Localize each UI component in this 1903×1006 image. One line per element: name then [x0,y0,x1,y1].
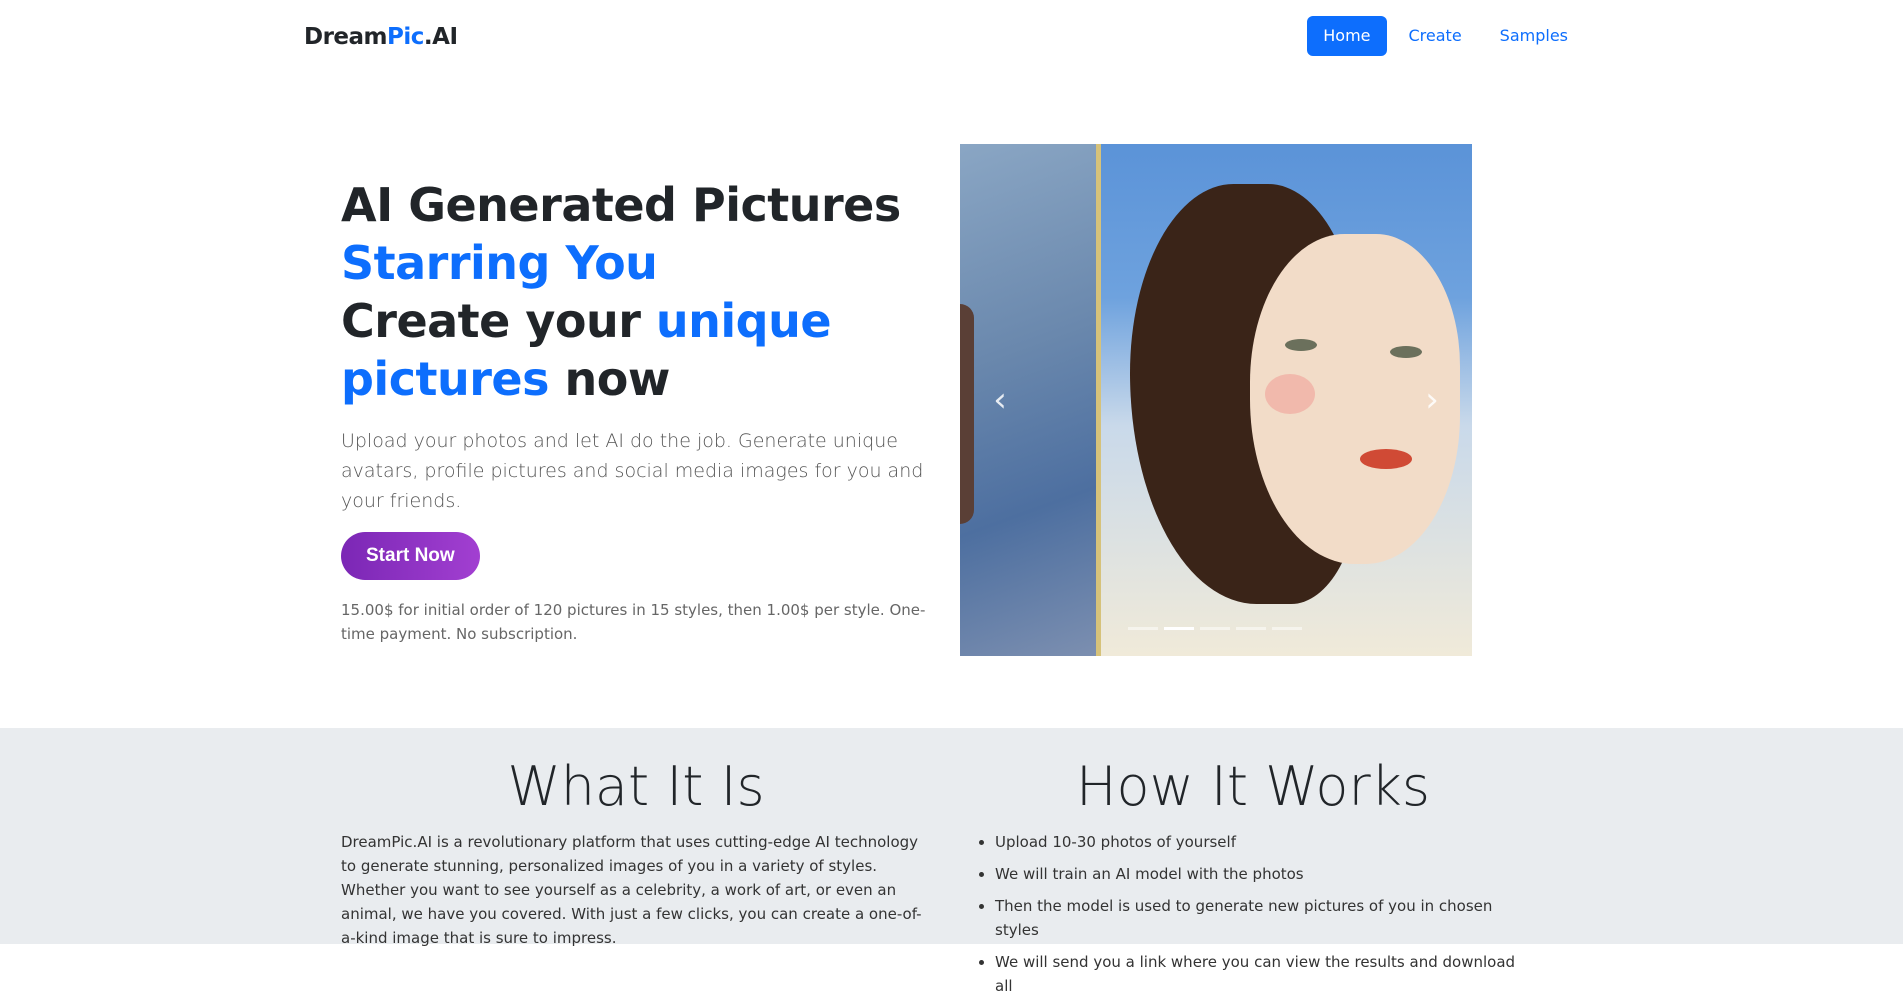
image-carousel: ‹ › [960,144,1472,656]
carousel-indicator[interactable] [1164,627,1194,630]
info-band: What It Is DreamPic.AI is a revolutionar… [0,728,1903,995]
carousel-slide-portrait [960,144,1472,656]
portrait-eye-left [1285,339,1317,351]
how-it-works-heading: How It Works [1075,755,1431,818]
hero-title-line1: AI Generated Pictures [341,178,901,232]
list-item: Upload 10-30 photos of yourself [995,830,1533,854]
nav-samples-link[interactable]: Samples [1484,16,1584,56]
top-navbar: DreamPic.AI Home Create Samples [0,0,1903,74]
how-it-works-list: Upload 10-30 photos of yourself We will … [973,830,1533,998]
hero-title-line4b: now [548,352,670,406]
start-now-button[interactable]: Start Now [341,532,480,580]
carousel-indicator[interactable] [1200,627,1230,630]
brand-part-dream: Dream [304,24,388,50]
carousel-indicator[interactable] [1272,627,1302,630]
list-item: We will send you a link where you can vi… [995,950,1533,998]
hero-section: AI Generated Pictures Starring You Creat… [341,176,931,646]
hero-lead: Upload your photos and let AI do the job… [341,430,924,512]
brand-part-ai: .AI [423,24,458,50]
portrait-lips [1360,449,1412,469]
nav-create-link[interactable]: Create [1393,16,1478,56]
chevron-right-icon[interactable]: › [1412,370,1452,430]
brand-part-pic: Pic [387,24,424,50]
pricing-note: 15.00$ for initial order of 120 pictures… [341,601,926,643]
nav-links: Home Create Samples [1307,16,1584,56]
carousel-indicator[interactable] [1128,627,1158,630]
hero-title-line4a: pictures [341,352,549,406]
portrait-eye-right [1390,346,1422,358]
list-item: We will train an AI model with the photo… [995,862,1533,886]
list-item: Then the model is used to generate new p… [995,894,1533,942]
hero-title: AI Generated Pictures Starring You Creat… [341,176,931,408]
what-it-is-text: DreamPic.AI is a revolutionary platform … [341,833,922,947]
brand-logo[interactable]: DreamPic.AI [304,24,458,50]
carousel-indicators [1128,627,1302,630]
hero-title-line3a: Create your [341,294,656,348]
what-it-is-heading: What It Is [507,755,765,818]
how-it-works-section: How It Works Upload 10-30 photos of your… [973,754,1533,1006]
previous-image-figure [960,304,974,524]
what-it-is-section: What It Is DreamPic.AI is a revolutionar… [341,754,931,950]
hero-title-line3b: unique [655,294,832,348]
carousel-indicator[interactable] [1236,627,1266,630]
hero-title-line2: Starring You [341,236,658,290]
chevron-left-icon[interactable]: ‹ [980,370,1020,430]
portrait-cheek [1265,374,1315,414]
nav-home-link[interactable]: Home [1307,16,1387,56]
